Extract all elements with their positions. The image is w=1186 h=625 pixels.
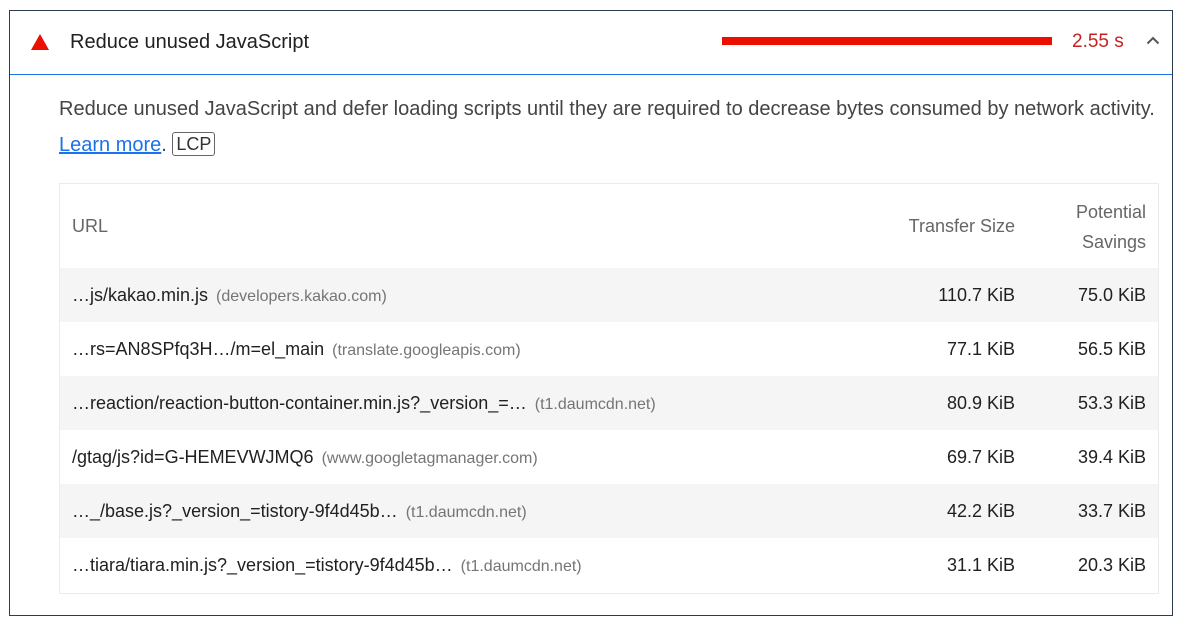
- row-potential-savings: 20.3 KiB: [1077, 555, 1146, 575]
- chevron-up-icon[interactable]: [1146, 35, 1160, 45]
- audit-header[interactable]: Reduce unused JavaScript 2.55 s: [10, 11, 1172, 75]
- table-row: …js/kakao.min.js (developers.kakao.com) 1…: [60, 268, 1158, 322]
- url-host: (t1.daumcdn.net): [534, 396, 656, 413]
- row-url[interactable]: …reaction/reaction-button-container.min.…: [72, 391, 656, 417]
- url-host: (t1.daumcdn.net): [405, 504, 527, 521]
- table-row: …reaction/reaction-button-container.min.…: [60, 376, 1158, 430]
- metric-value: 2.55 s: [1072, 31, 1124, 52]
- url-host: (t1.daumcdn.net): [460, 558, 582, 575]
- url-host: (www.googletagmanager.com): [321, 450, 538, 467]
- row-url[interactable]: …rs=AN8SPfq3H…/m=el_main (translate.googl…: [72, 337, 521, 363]
- potential-savings-line1: Potential: [1075, 202, 1146, 222]
- row-transfer-size: 69.7 KiB: [946, 447, 1015, 467]
- column-header-url: URL: [72, 216, 109, 236]
- lcp-badge: LCP: [172, 132, 216, 156]
- row-potential-savings: 56.5 KiB: [1077, 339, 1146, 359]
- row-transfer-size: 42.2 KiB: [946, 501, 1015, 521]
- row-potential-savings: 53.3 KiB: [1077, 393, 1146, 413]
- table-row: …_/base.js?_version_=tistory-9f4d45b… (t1…: [60, 484, 1158, 538]
- url-text: …reaction/reaction-button-container.min.…: [72, 393, 527, 413]
- url-text: …js/kakao.min.js: [72, 285, 209, 305]
- audit-panel: Reduce unused JavaScript 2.55 s Reduce u…: [9, 10, 1173, 616]
- table-header: URL Transfer Size Potential Savings: [60, 184, 1158, 268]
- url-text: …_/base.js?_version_=tistory-9f4d45b…: [72, 501, 398, 521]
- row-url[interactable]: /gtag/js?id=G-HEMEVWJMQ6 (www.googletagma…: [72, 445, 538, 471]
- url-host: (translate.googleapis.com): [332, 342, 521, 359]
- row-transfer-size: 77.1 KiB: [946, 339, 1015, 359]
- row-url[interactable]: …js/kakao.min.js (developers.kakao.com): [72, 283, 387, 309]
- details-table: URL Transfer Size Potential Savings …js/…: [59, 183, 1159, 594]
- url-host: (developers.kakao.com): [216, 288, 387, 305]
- row-potential-savings: 33.7 KiB: [1077, 501, 1146, 521]
- description-period: .: [161, 134, 167, 156]
- description-text: Reduce unused JavaScript and defer loadi…: [59, 98, 1155, 120]
- row-potential-savings: 75.0 KiB: [1077, 285, 1146, 305]
- row-transfer-size: 80.9 KiB: [946, 393, 1015, 413]
- table-row: /gtag/js?id=G-HEMEVWJMQ6 (www.googletagma…: [60, 430, 1158, 484]
- row-url[interactable]: …tiara/tiara.min.js?_version_=tistory-9f…: [72, 553, 582, 579]
- table-row: …rs=AN8SPfq3H…/m=el_main (translate.googl…: [60, 322, 1158, 376]
- audit-title: Reduce unused JavaScript: [70, 31, 310, 53]
- url-text: …tiara/tiara.min.js?_version_=tistory-9f…: [72, 555, 453, 575]
- metric-bar: [722, 37, 1052, 45]
- url-text: …rs=AN8SPfq3H…/m=el_main: [72, 339, 325, 359]
- learn-more-link[interactable]: Learn more: [59, 134, 161, 156]
- table-row: …tiara/tiara.min.js?_version_=tistory-9f…: [60, 538, 1158, 592]
- fail-triangle-icon: [31, 34, 49, 50]
- column-header-potential-savings: Potential Savings: [1026, 197, 1146, 257]
- potential-savings-line2: Savings: [1081, 232, 1146, 252]
- column-header-transfer-size: Transfer Size: [908, 216, 1015, 236]
- url-text: /gtag/js?id=G-HEMEVWJMQ6: [72, 447, 314, 467]
- row-potential-savings: 39.4 KiB: [1077, 447, 1146, 467]
- audit-description: Reduce unused JavaScript and defer loadi…: [59, 91, 1159, 163]
- row-transfer-size: 31.1 KiB: [946, 555, 1015, 575]
- row-transfer-size: 110.7 KiB: [938, 285, 1015, 305]
- row-url[interactable]: …_/base.js?_version_=tistory-9f4d45b… (t1…: [72, 499, 527, 525]
